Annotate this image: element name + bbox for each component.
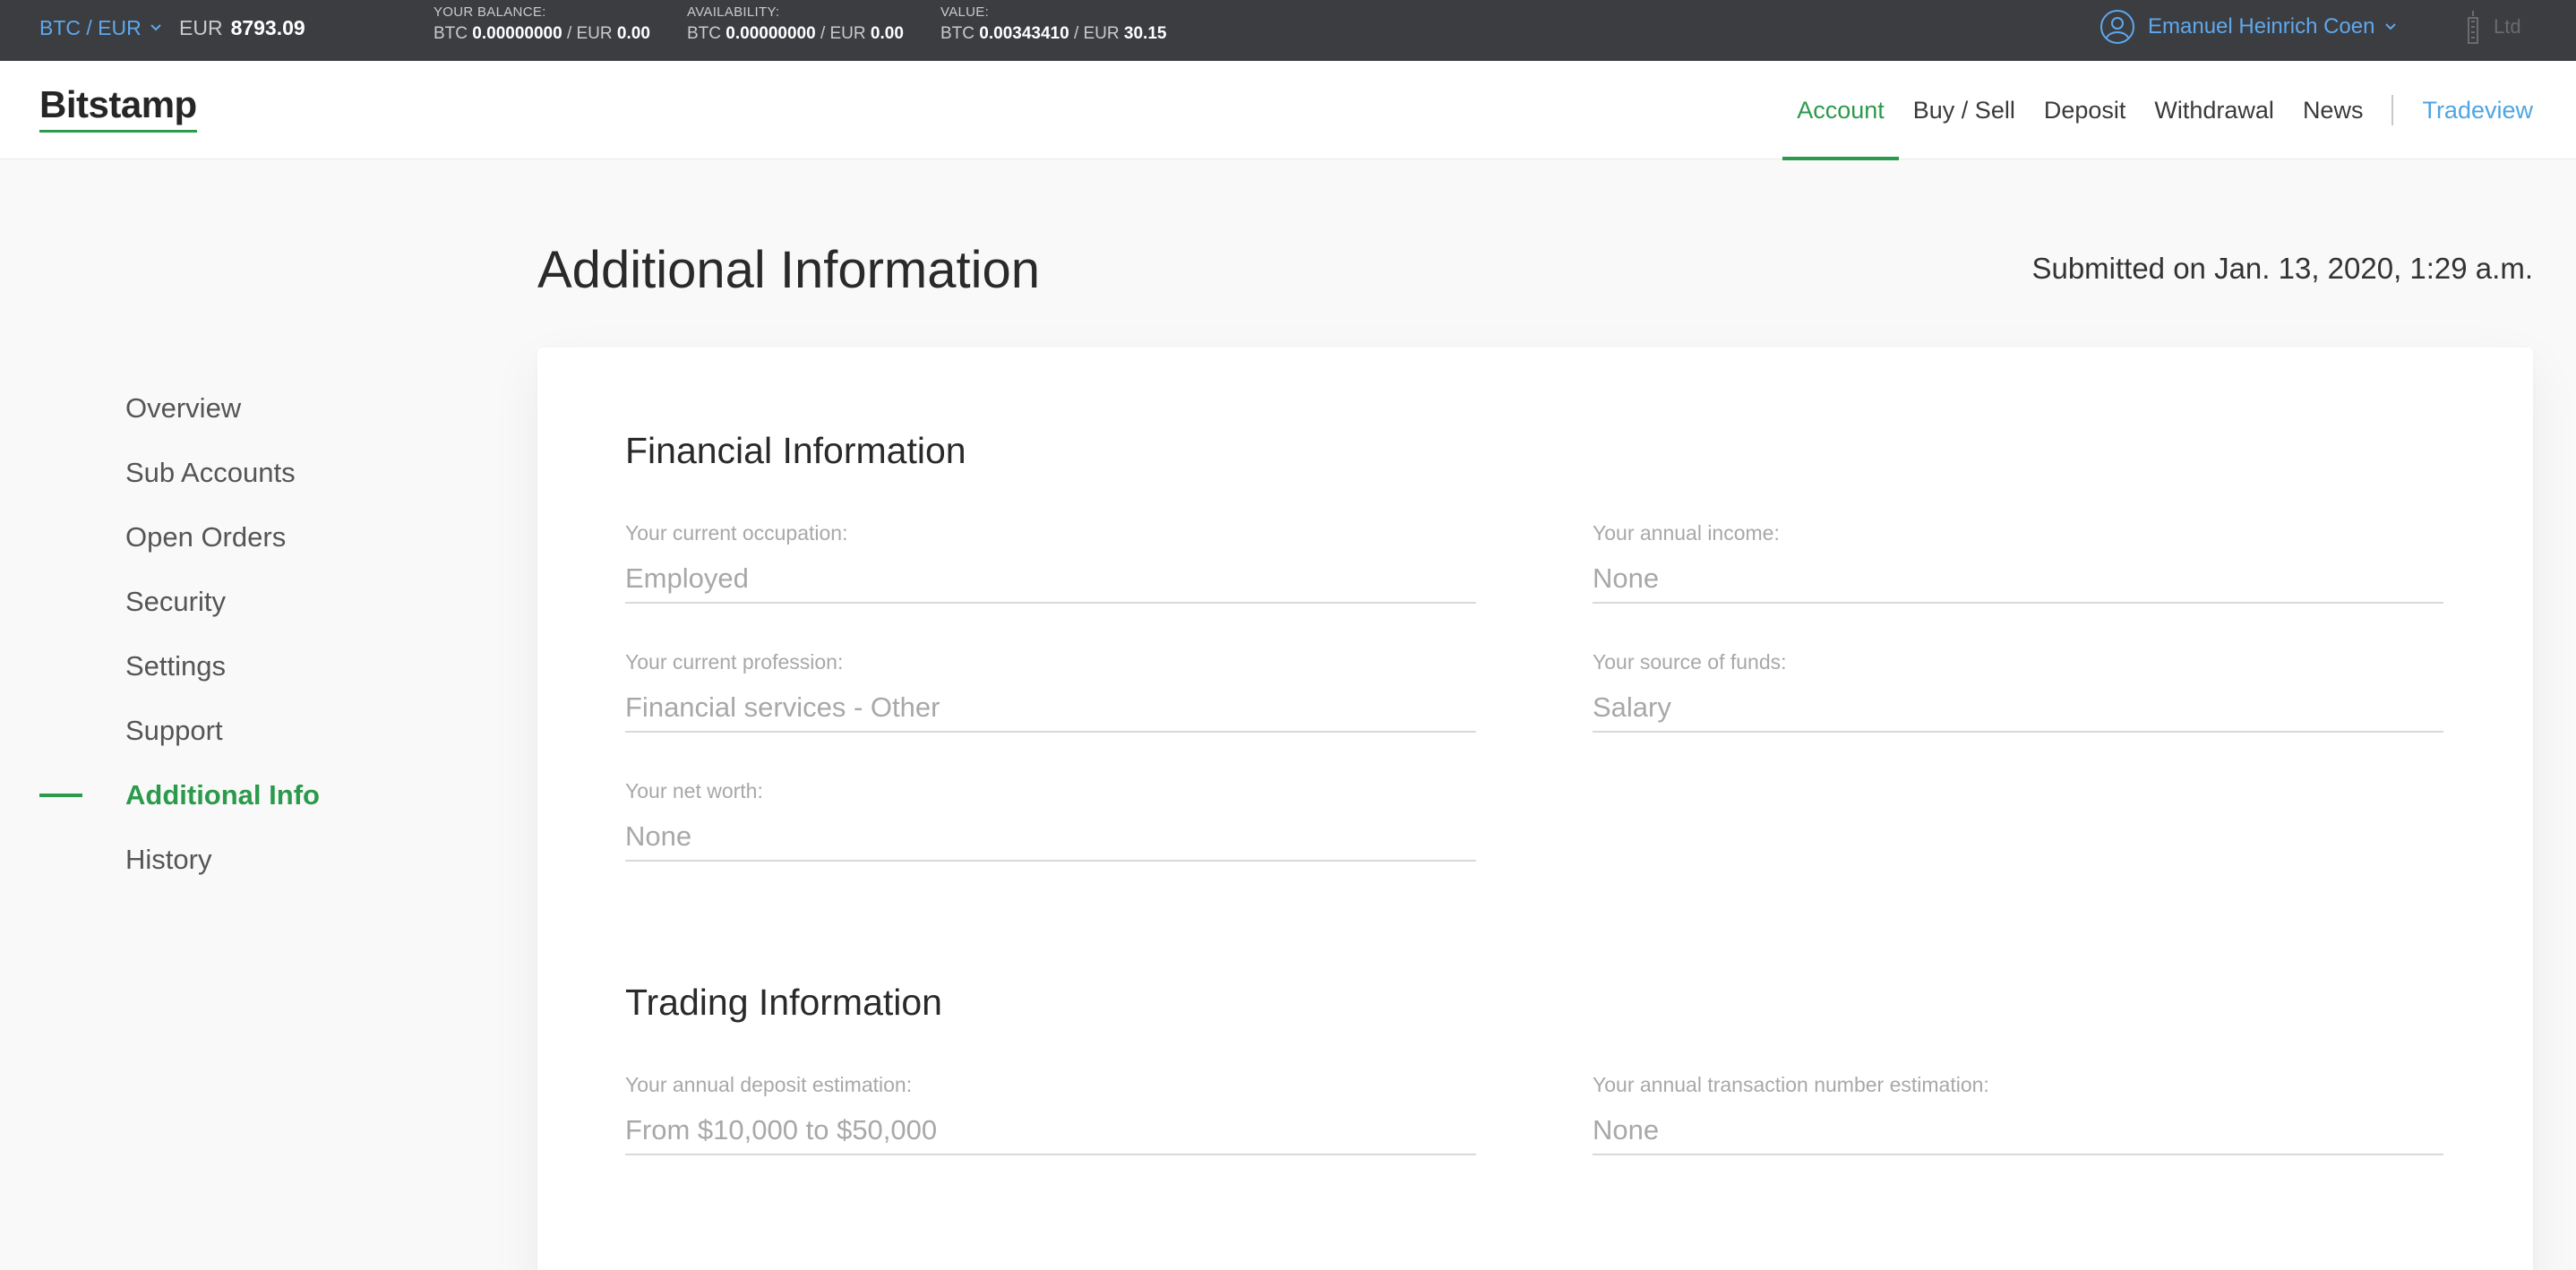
main-header: Bitstamp Account Buy / Sell Deposit With… <box>0 61 2576 160</box>
deposit-estimation-label: Your annual deposit estimation: <box>625 1073 913 1096</box>
value-label: VALUE: <box>940 4 990 20</box>
last-price-currency: EUR <box>179 15 223 39</box>
currency-pair-label: BTC / EUR <box>39 15 142 39</box>
source-of-funds-value: Salary <box>1593 690 2443 733</box>
sidebar-item-sub-accounts[interactable]: Sub Accounts <box>0 441 448 505</box>
sidebar-item-settings[interactable]: Settings <box>0 634 448 699</box>
balance-value: BTC 0.00000000 / EUR 0.00 <box>434 22 650 46</box>
transaction-estimation-value: None <box>1593 1112 2443 1155</box>
occupation-label: Your current occupation: <box>625 521 848 545</box>
chevron-down-icon <box>2385 23 2397 30</box>
currency-pair-selector[interactable]: BTC / EUR <box>39 13 163 43</box>
nav-tradeview[interactable]: Tradeview <box>2408 61 2533 159</box>
balance-eur-unit: / EUR <box>566 24 613 43</box>
user-name: Emanuel Heinrich Coen <box>2148 14 2375 39</box>
profession-value: Financial services - Other <box>625 690 1476 733</box>
value-stat: VALUE: BTC 0.00343410 / EUR 30.15 <box>940 4 1166 46</box>
entity-switcher[interactable]: Ltd <box>2463 9 2521 45</box>
value-value: BTC 0.00343410 / EUR 30.15 <box>940 22 1166 46</box>
nav-account[interactable]: Account <box>1782 61 1899 160</box>
income-label: Your annual income: <box>1593 521 1780 545</box>
balance-label: YOUR BALANCE: <box>434 4 546 20</box>
nav-buy-sell[interactable]: Buy / Sell <box>1899 61 2030 159</box>
nav-divider <box>2391 95 2394 125</box>
net-worth-field: Your net worth: None <box>625 777 1476 862</box>
nav-withdrawal[interactable]: Withdrawal <box>2140 61 2288 159</box>
trading-section-title: Trading Information <box>625 982 942 1023</box>
availability-btc: 0.00000000 <box>726 24 816 43</box>
value-eur: 30.15 <box>1123 24 1167 43</box>
transaction-estimation-label: Your annual transaction number estimatio… <box>1593 1073 1989 1096</box>
profession-field: Your current profession: Financial servi… <box>625 648 1476 733</box>
sidebar-item-history[interactable]: History <box>0 828 448 892</box>
source-of-funds-field: Your source of funds: Salary <box>1593 648 2443 733</box>
balance-btc-unit: BTC <box>434 24 468 43</box>
occupation-field: Your current occupation: Employed <box>625 519 1476 604</box>
income-field: Your annual income: None <box>1593 519 2443 604</box>
additional-info-card: Financial Information Your current occup… <box>537 348 2533 1270</box>
profession-label: Your current profession: <box>625 650 844 674</box>
sidebar-item-support[interactable]: Support <box>0 699 448 763</box>
building-icon <box>2468 11 2478 44</box>
account-sidebar: Overview Sub Accounts Open Orders Securi… <box>0 376 448 892</box>
sidebar-item-security[interactable]: Security <box>0 570 448 634</box>
transaction-estimation-field: Your annual transaction number estimatio… <box>1593 1071 2443 1155</box>
financial-section-title: Financial Information <box>625 430 966 471</box>
income-value: None <box>1593 561 2443 604</box>
chevron-down-icon <box>150 24 161 31</box>
sidebar-item-additional-info[interactable]: Additional Info <box>0 763 448 828</box>
user-circle-icon <box>2100 10 2134 44</box>
submitted-date: Submitted on Jan. 13, 2020, 1:29 a.m. <box>2031 252 2533 285</box>
sidebar-item-overview[interactable]: Overview <box>0 376 448 441</box>
availability-stat: AVAILABILITY: BTC 0.00000000 / EUR 0.00 <box>687 4 904 46</box>
value-eur-unit: / EUR <box>1073 24 1120 43</box>
deposit-estimation-field: Your annual deposit estimation: From $10… <box>625 1071 1476 1155</box>
availability-btc-unit: BTC <box>687 24 721 43</box>
page-title: Additional Information <box>537 241 1040 299</box>
occupation-value: Employed <box>625 561 1476 604</box>
bitstamp-logo[interactable]: Bitstamp <box>39 82 197 133</box>
ticker-bar: BTC / EUR EUR 8793.09 YOUR BALANCE: BTC … <box>0 0 2576 61</box>
availability-eur-unit: / EUR <box>820 24 866 43</box>
net-worth-value: None <box>625 819 1476 862</box>
balance-eur: 0.00 <box>616 24 650 43</box>
availability-value: BTC 0.00000000 / EUR 0.00 <box>687 22 904 46</box>
sidebar-item-open-orders[interactable]: Open Orders <box>0 505 448 570</box>
source-of-funds-label: Your source of funds: <box>1593 650 1787 674</box>
last-price: EUR 8793.09 <box>179 13 305 43</box>
balance-stat: YOUR BALANCE: BTC 0.00000000 / EUR 0.00 <box>434 4 650 46</box>
nav-news[interactable]: News <box>2288 61 2378 159</box>
availability-label: AVAILABILITY: <box>687 4 780 20</box>
value-btc-unit: BTC <box>940 24 975 43</box>
value-btc: 0.00343410 <box>979 24 1069 43</box>
user-menu[interactable]: Emanuel Heinrich Coen <box>2099 9 2398 45</box>
main-nav: Account Buy / Sell Deposit Withdrawal Ne… <box>1782 61 2533 160</box>
availability-eur: 0.00 <box>870 24 904 43</box>
nav-deposit[interactable]: Deposit <box>2030 61 2141 159</box>
deposit-estimation-value: From $10,000 to $50,000 <box>625 1112 1476 1155</box>
entity-label: Ltd <box>2494 15 2521 38</box>
net-worth-label: Your net worth: <box>625 779 763 802</box>
last-price-value: 8793.09 <box>230 15 305 39</box>
balance-btc: 0.00000000 <box>472 24 562 43</box>
